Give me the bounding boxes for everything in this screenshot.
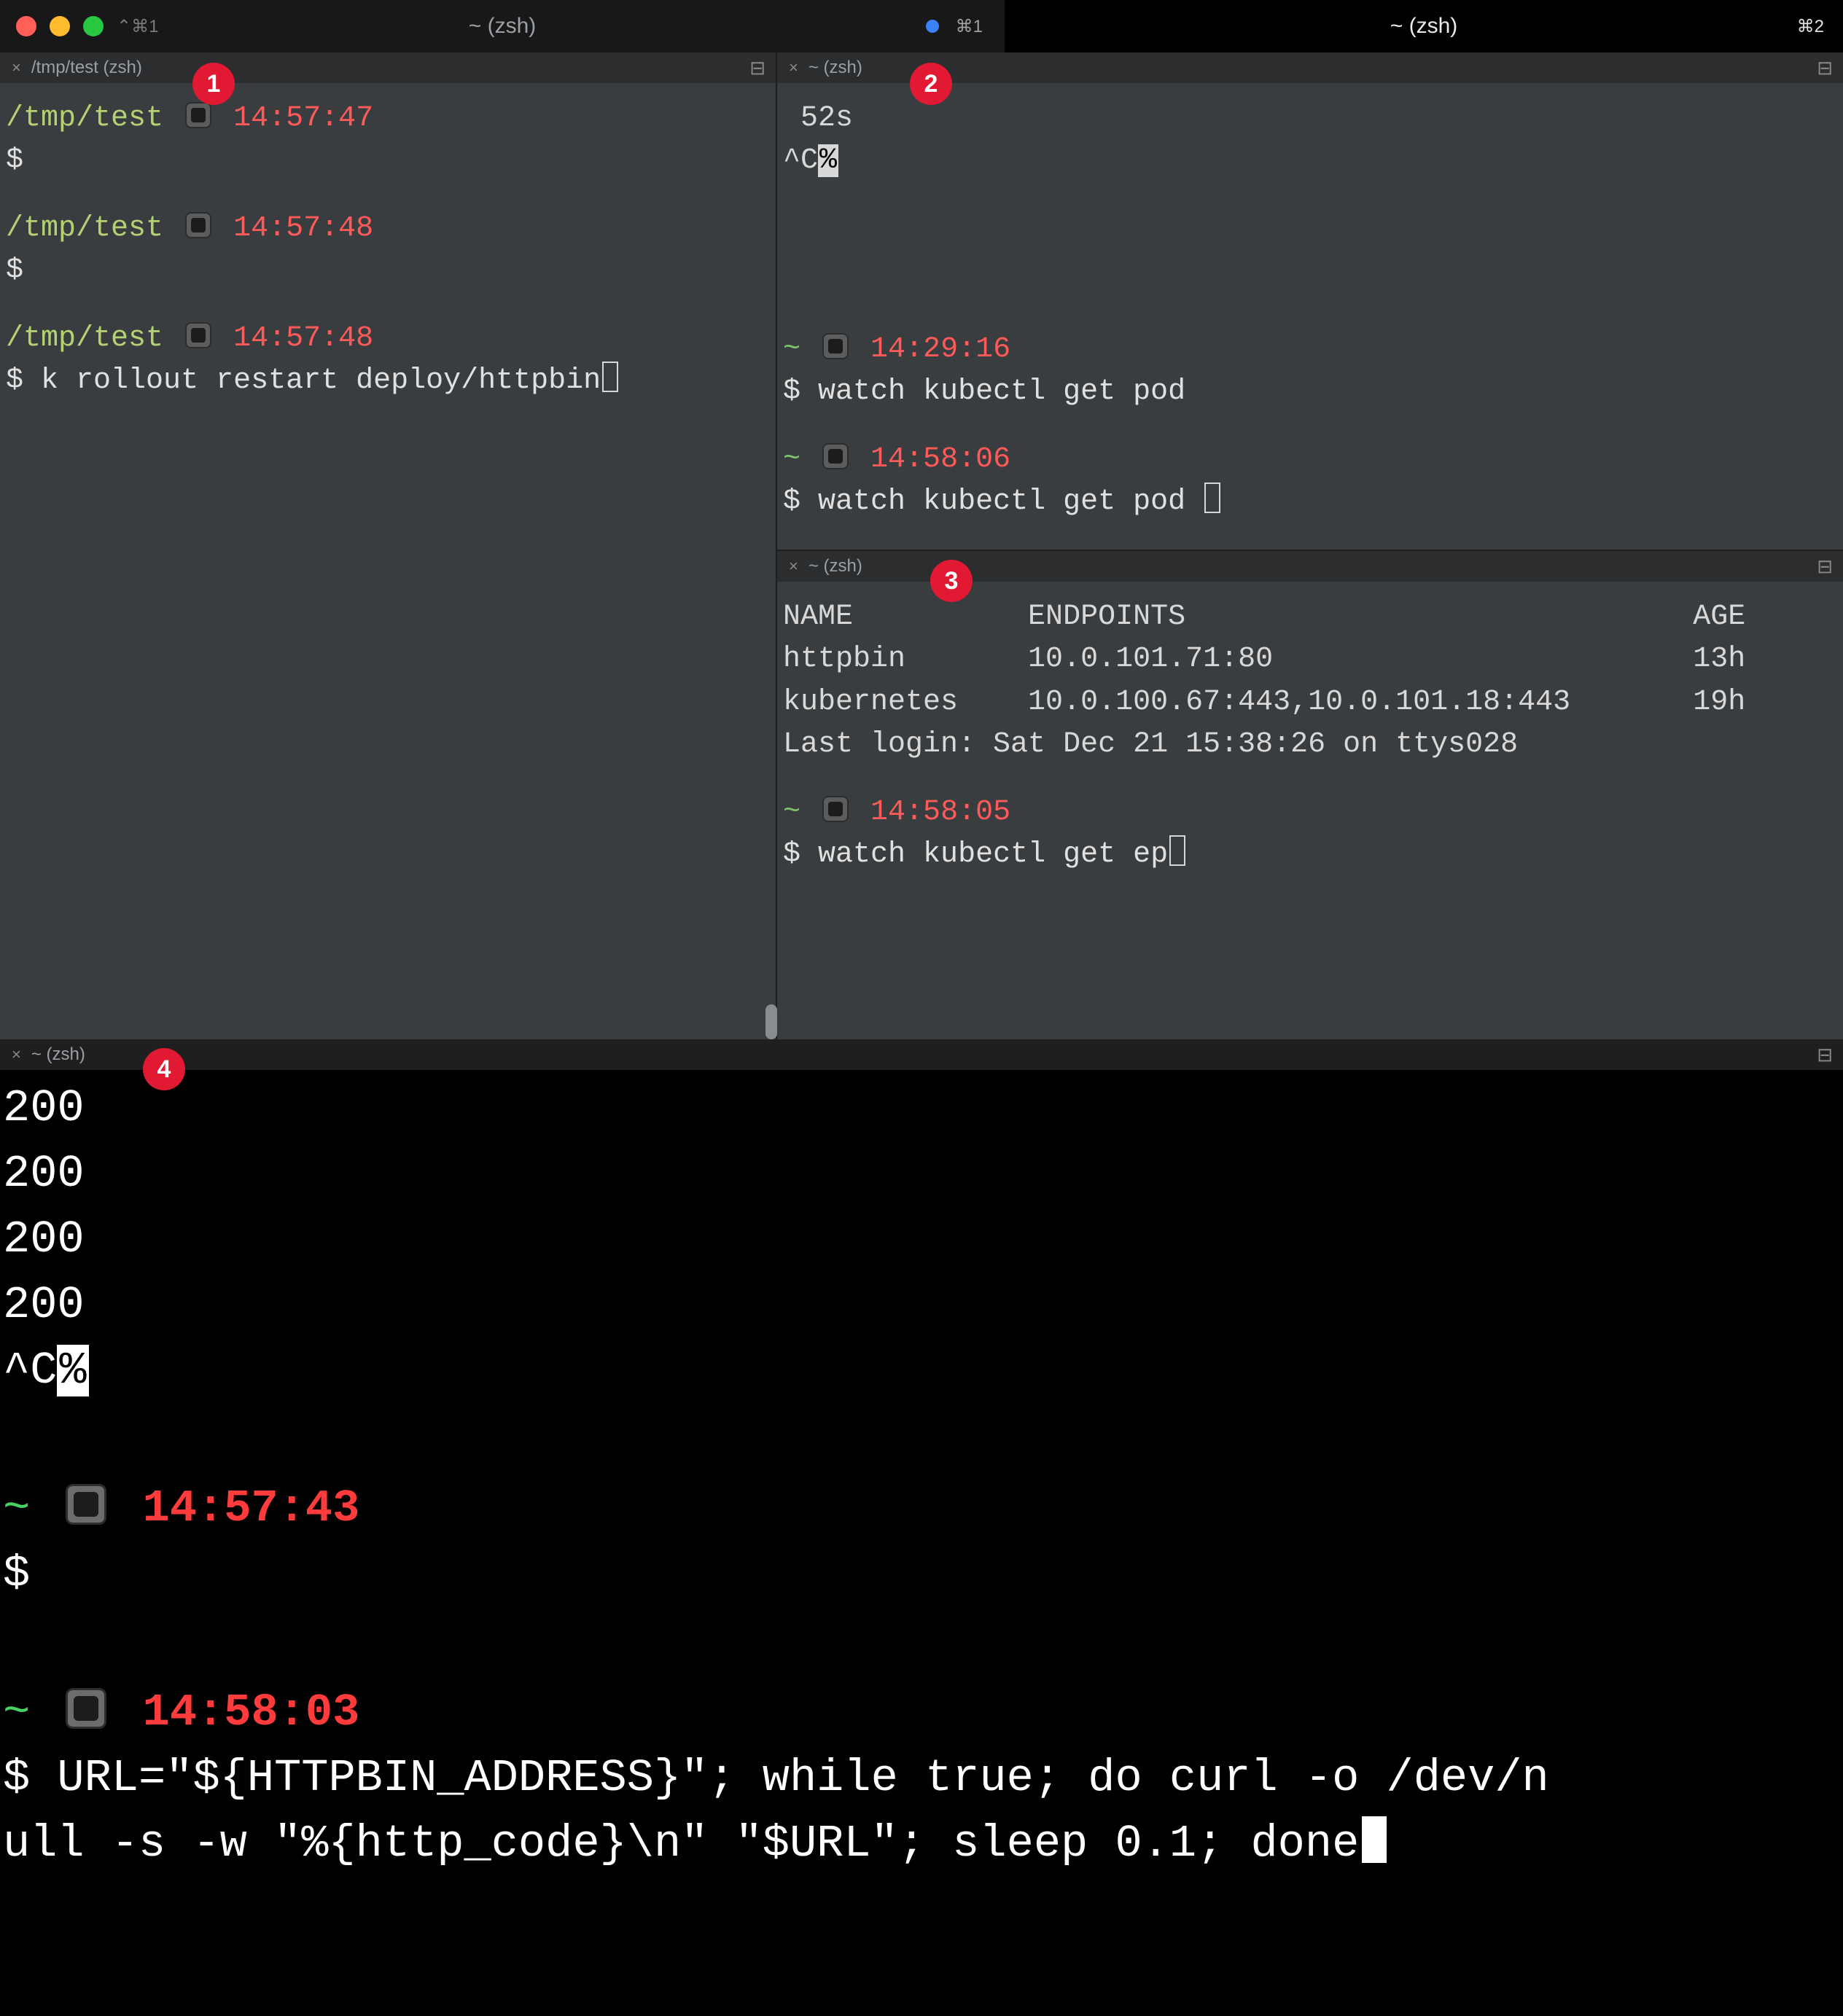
last-login-line: Last login: Sat Dec 21 15:38:26 on ttys0…: [783, 724, 1843, 766]
ctrl-c-label: ^C: [783, 144, 818, 177]
clock-icon: [66, 1688, 106, 1729]
activity-indicator-icon: [926, 20, 939, 33]
output-line: 52s: [783, 98, 1843, 140]
close-pane-icon[interactable]: ×: [12, 58, 21, 77]
cursor-icon: [1362, 1816, 1387, 1863]
window-titlebar: ⌃⌘1 ~ (zsh) ⌘1 ~ (zsh) ⌘2: [0, 0, 1843, 52]
clock-icon: [185, 322, 211, 348]
command-line-1: $ URL="${HTTPBIN_ADDRESS}"; while true; …: [3, 1746, 1843, 1811]
table-row: kubernetes 10.0.100.67:443,10.0.101.18:4…: [783, 681, 1843, 724]
terminal-output[interactable]: 52s ^C% ~ 14:29:16 $ watch kubectl get p…: [777, 83, 1843, 523]
tab-title: ~ (zsh): [1390, 14, 1458, 39]
annotation-badge-4: 4: [143, 1048, 185, 1090]
window-tab-1[interactable]: ⌃⌘1 ~ (zsh) ⌘1: [0, 0, 1005, 52]
pane-menu-icon[interactable]: ⊟: [1817, 555, 1833, 578]
terminal-output[interactable]: 200 200 200 200 ^C% ~ 14:57:43 $ ~ 14:58…: [0, 1070, 1843, 1877]
scrollbar-thumb[interactable]: [765, 1004, 777, 1039]
pane-tab-title: ~ (zsh): [808, 58, 862, 78]
pane-menu-icon[interactable]: ⊟: [1817, 1044, 1833, 1066]
pane-menu-icon[interactable]: ⊟: [1817, 57, 1833, 79]
pane-tab[interactable]: × ~ (zsh) ⊟: [0, 1039, 1843, 1070]
pane-tab-title: ~ (zsh): [31, 1044, 85, 1065]
cursor-icon: [1169, 835, 1185, 866]
terminal-pane-4[interactable]: × ~ (zsh) ⊟ 4 200 200 200 200 ^C% ~ 14:5…: [0, 1039, 1843, 2016]
percent-inverted: %: [818, 144, 838, 177]
cursor-icon: [602, 362, 618, 392]
annotation-badge-3: 3: [930, 560, 973, 602]
clock-icon: [66, 1484, 106, 1525]
output-line: 200: [3, 1141, 1843, 1207]
tab-shortcut-label: ⌃⌘1: [117, 16, 158, 37]
terminal-pane-2[interactable]: × ~ (zsh) ⊟ 2 52s ^C% ~ 14:29:16 $ watch…: [777, 52, 1843, 551]
terminal-output[interactable]: /tmp/test 14:57:47 $ /tmp/test 14:57:48 …: [0, 83, 776, 402]
annotation-badge-1: 1: [192, 63, 235, 105]
output-line: 200: [3, 1273, 1843, 1338]
output-line: 200: [3, 1207, 1843, 1273]
pane-menu-icon[interactable]: ⊟: [749, 57, 765, 79]
clock-icon: [822, 333, 849, 359]
command-line-2: ull -s -w "%{http_code}\n" "$URL"; sleep…: [3, 1818, 1359, 1870]
clock-icon: [185, 212, 211, 238]
pane-tab[interactable]: × /tmp/test (zsh) ⊟: [0, 52, 776, 83]
ctrl-c-label: ^C: [3, 1345, 57, 1396]
annotation-badge-2: 2: [910, 63, 952, 105]
table-header: NAME ENDPOINTS AGE: [783, 596, 1843, 638]
clock-icon: [822, 796, 849, 822]
tab-shortcut-label: ⌘2: [1797, 16, 1824, 37]
clock-icon: [185, 102, 211, 128]
window-tab-2[interactable]: ~ (zsh) ⌘2: [1005, 0, 1843, 52]
close-pane-icon[interactable]: ×: [789, 58, 798, 77]
terminal-pane-1[interactable]: × /tmp/test (zsh) ⊟ 1 /tmp/test 14:57:47…: [0, 52, 777, 1039]
tab-shortcut-label: ⌘1: [956, 16, 983, 37]
clock-icon: [822, 443, 849, 469]
cursor-icon: [1204, 482, 1220, 513]
output-line: 200: [3, 1076, 1843, 1141]
tab-title: ~ (zsh): [469, 14, 537, 39]
close-pane-icon[interactable]: ×: [12, 1045, 21, 1064]
close-pane-icon[interactable]: ×: [789, 557, 798, 576]
pane-tab-title: /tmp/test (zsh): [31, 58, 142, 78]
percent-inverted: %: [57, 1345, 88, 1396]
table-row: httpbin 10.0.101.71:80 13h: [783, 638, 1843, 681]
terminal-output[interactable]: NAME ENDPOINTS AGE httpbin 10.0.101.71:8…: [777, 582, 1843, 876]
pane-tab-title: ~ (zsh): [808, 556, 862, 577]
terminal-pane-3[interactable]: × ~ (zsh) ⊟ 3 NAME ENDPOINTS AGE httpbin…: [777, 551, 1843, 1039]
